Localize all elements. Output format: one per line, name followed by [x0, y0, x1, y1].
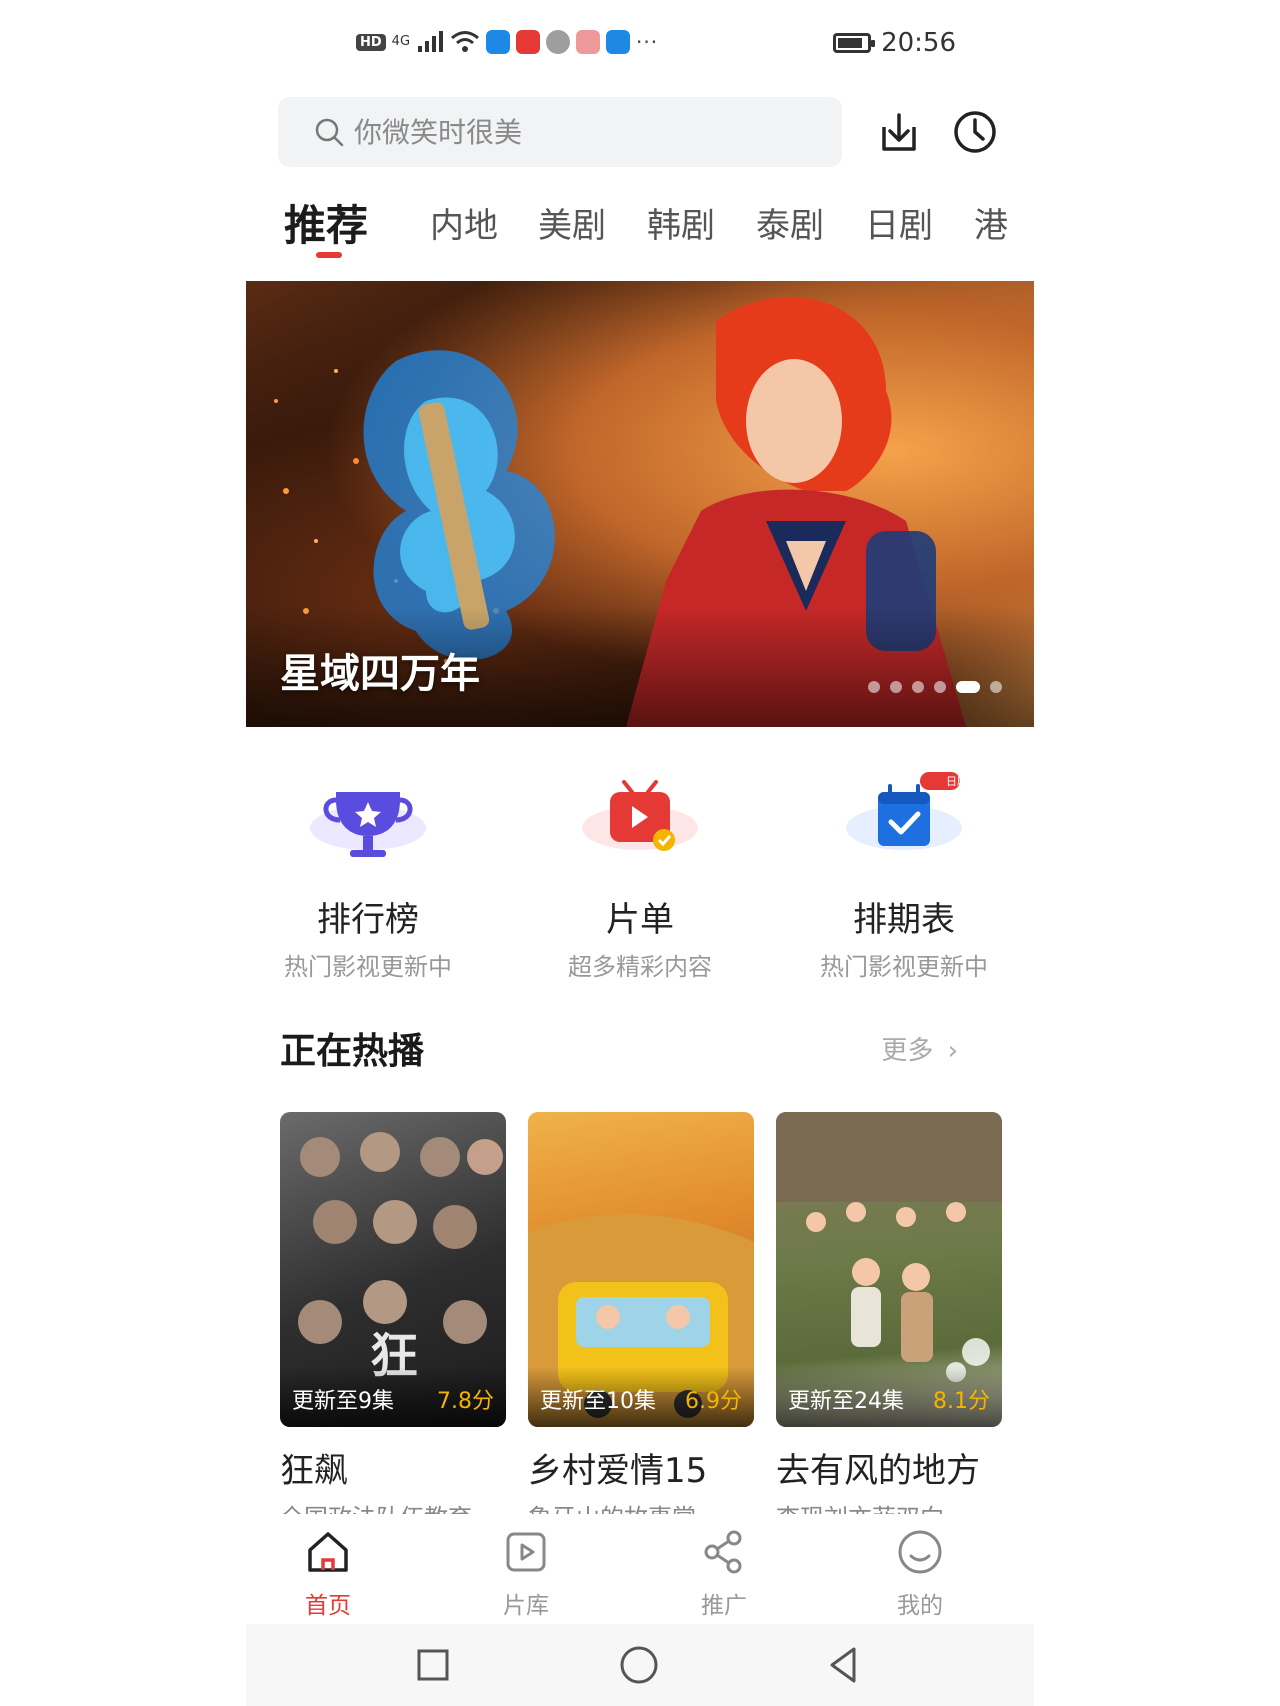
- poster-image: 更新至24集 8.1分: [776, 1112, 1002, 1427]
- tab-japanese-drama[interactable]: 日剧: [865, 198, 933, 247]
- episode-status: 更新至10集: [540, 1389, 656, 1414]
- banner-dot[interactable]: [934, 681, 946, 693]
- back-icon[interactable]: [820, 1642, 866, 1688]
- nav-label: 推广: [701, 1593, 747, 1619]
- poster-image: 狂 更新至9集 7.8分: [280, 1112, 506, 1427]
- playlist-tv-icon: [582, 780, 698, 851]
- recent-apps-icon[interactable]: [410, 1642, 456, 1688]
- app-screen: HD 4G ··· 20:56 推荐 内地 美剧 韩剧: [246, 0, 1034, 1706]
- signal-icon: [418, 31, 444, 52]
- nav-library[interactable]: 片库: [466, 1526, 586, 1620]
- category-tabs: 推荐 内地 美剧 韩剧 泰剧 日剧 港: [284, 192, 1034, 262]
- battery-icon: [833, 33, 876, 53]
- banner-pagination: [868, 681, 1002, 693]
- history-clock-icon[interactable]: [950, 107, 1000, 157]
- tab-thai-drama[interactable]: 泰剧: [756, 198, 824, 247]
- tab-us-drama[interactable]: 美剧: [538, 198, 606, 247]
- episode-status: 更新至24集: [788, 1389, 904, 1414]
- system-nav-bar: [246, 1624, 1034, 1706]
- search-app-icon: [606, 30, 631, 54]
- share-icon: [704, 1530, 742, 1574]
- profile-smile-icon: [898, 1530, 942, 1574]
- tab-hk-drama[interactable]: 港: [974, 198, 1008, 247]
- tab-mainland[interactable]: 内地: [430, 198, 498, 247]
- active-tab-indicator: [316, 252, 342, 258]
- hero-banner[interactable]: 星域四万年: [246, 281, 1034, 727]
- episode-status: 更新至9集: [292, 1389, 394, 1414]
- network-label: 4G: [391, 34, 411, 49]
- home-icon: [308, 1532, 348, 1572]
- wifi-icon: [451, 31, 479, 52]
- tab-korean-drama[interactable]: 韩剧: [647, 198, 715, 247]
- status-bar: HD 4G ··· 20:56: [246, 24, 1034, 66]
- search-input[interactable]: [352, 114, 776, 150]
- quick-links: 排行榜 热门影视更新中 片单 超多精彩内容 日剧 排期表 热门影视更新中: [246, 770, 1034, 981]
- nav-label: 首页: [305, 1593, 351, 1619]
- nav-promote[interactable]: 推广: [664, 1526, 784, 1620]
- bottom-nav: 首页 片库 推广 我的: [246, 1514, 1034, 1624]
- quick-link-ranking[interactable]: 排行榜 热门影视更新中: [238, 770, 498, 982]
- nav-label: 片库: [503, 1593, 549, 1619]
- banner-dot[interactable]: [990, 681, 1002, 693]
- search-icon: [315, 118, 344, 147]
- rating-score: 6.9分: [685, 1389, 742, 1414]
- poster-image: 更新至10集 6.9分: [528, 1112, 754, 1427]
- schedule-badge: 日剧: [946, 775, 968, 788]
- status-left: HD 4G ···: [356, 30, 658, 54]
- more-link[interactable]: 更多 ›: [881, 1030, 958, 1067]
- section-title: 正在热播: [280, 1031, 425, 1072]
- video-card[interactable]: 狂 更新至9集 7.8分 狂飙 全国政法队伍教育: [280, 1112, 506, 1520]
- quick-link-subtitle: 超多精彩内容: [568, 953, 712, 981]
- video-card[interactable]: 更新至24集 8.1分 去有风的地方 李现刘亦菲双向: [776, 1112, 1002, 1520]
- card-title: 去有风的地方: [776, 1451, 980, 1491]
- clock-time: 20:56: [881, 28, 956, 58]
- banner-dot-active[interactable]: [956, 681, 980, 693]
- banner-title: 星域四万年: [280, 651, 480, 697]
- tab-recommend[interactable]: 推荐: [284, 192, 368, 253]
- store-app-icon: [576, 30, 601, 54]
- news-app-icon: [516, 30, 541, 54]
- video-card[interactable]: 更新至10集 6.9分 乡村爱情15 象牙山的故事掌: [528, 1112, 754, 1520]
- nav-profile[interactable]: 我的: [860, 1526, 980, 1620]
- hd-badge: HD: [356, 33, 386, 51]
- search-bar[interactable]: [278, 97, 842, 167]
- banner-dot[interactable]: [912, 681, 924, 693]
- quick-link-label: 排行榜: [317, 900, 419, 940]
- settings-app-icon: [546, 30, 571, 54]
- rating-score: 8.1分: [933, 1389, 990, 1414]
- quick-link-schedule[interactable]: 日剧 排期表 热门影视更新中: [774, 770, 1034, 982]
- card-title: 乡村爱情15: [528, 1451, 708, 1491]
- trophy-icon: [310, 792, 426, 857]
- banner-dot[interactable]: [890, 681, 902, 693]
- card-title: 狂飙: [280, 1451, 348, 1491]
- quick-link-subtitle: 热门影视更新中: [284, 953, 452, 981]
- quick-link-label: 片单: [606, 900, 674, 940]
- quick-link-subtitle: 热门影视更新中: [820, 953, 988, 981]
- banner-dot[interactable]: [868, 681, 880, 693]
- quick-link-label: 排期表: [853, 900, 955, 940]
- nav-label: 我的: [897, 1593, 943, 1619]
- rating-score: 7.8分: [437, 1389, 494, 1414]
- more-label: 更多: [881, 1036, 934, 1066]
- nav-home[interactable]: 首页: [268, 1526, 388, 1620]
- chevron-right-icon: ›: [947, 1036, 958, 1066]
- weather-app-icon: [486, 30, 511, 54]
- download-icon[interactable]: [874, 107, 924, 157]
- status-right: 20:56: [833, 28, 956, 58]
- quick-link-playlist[interactable]: 片单 超多精彩内容: [510, 770, 770, 982]
- library-play-icon: [506, 1532, 546, 1572]
- more-notifications-icon: ···: [636, 30, 659, 54]
- home-button-icon[interactable]: [616, 1642, 662, 1688]
